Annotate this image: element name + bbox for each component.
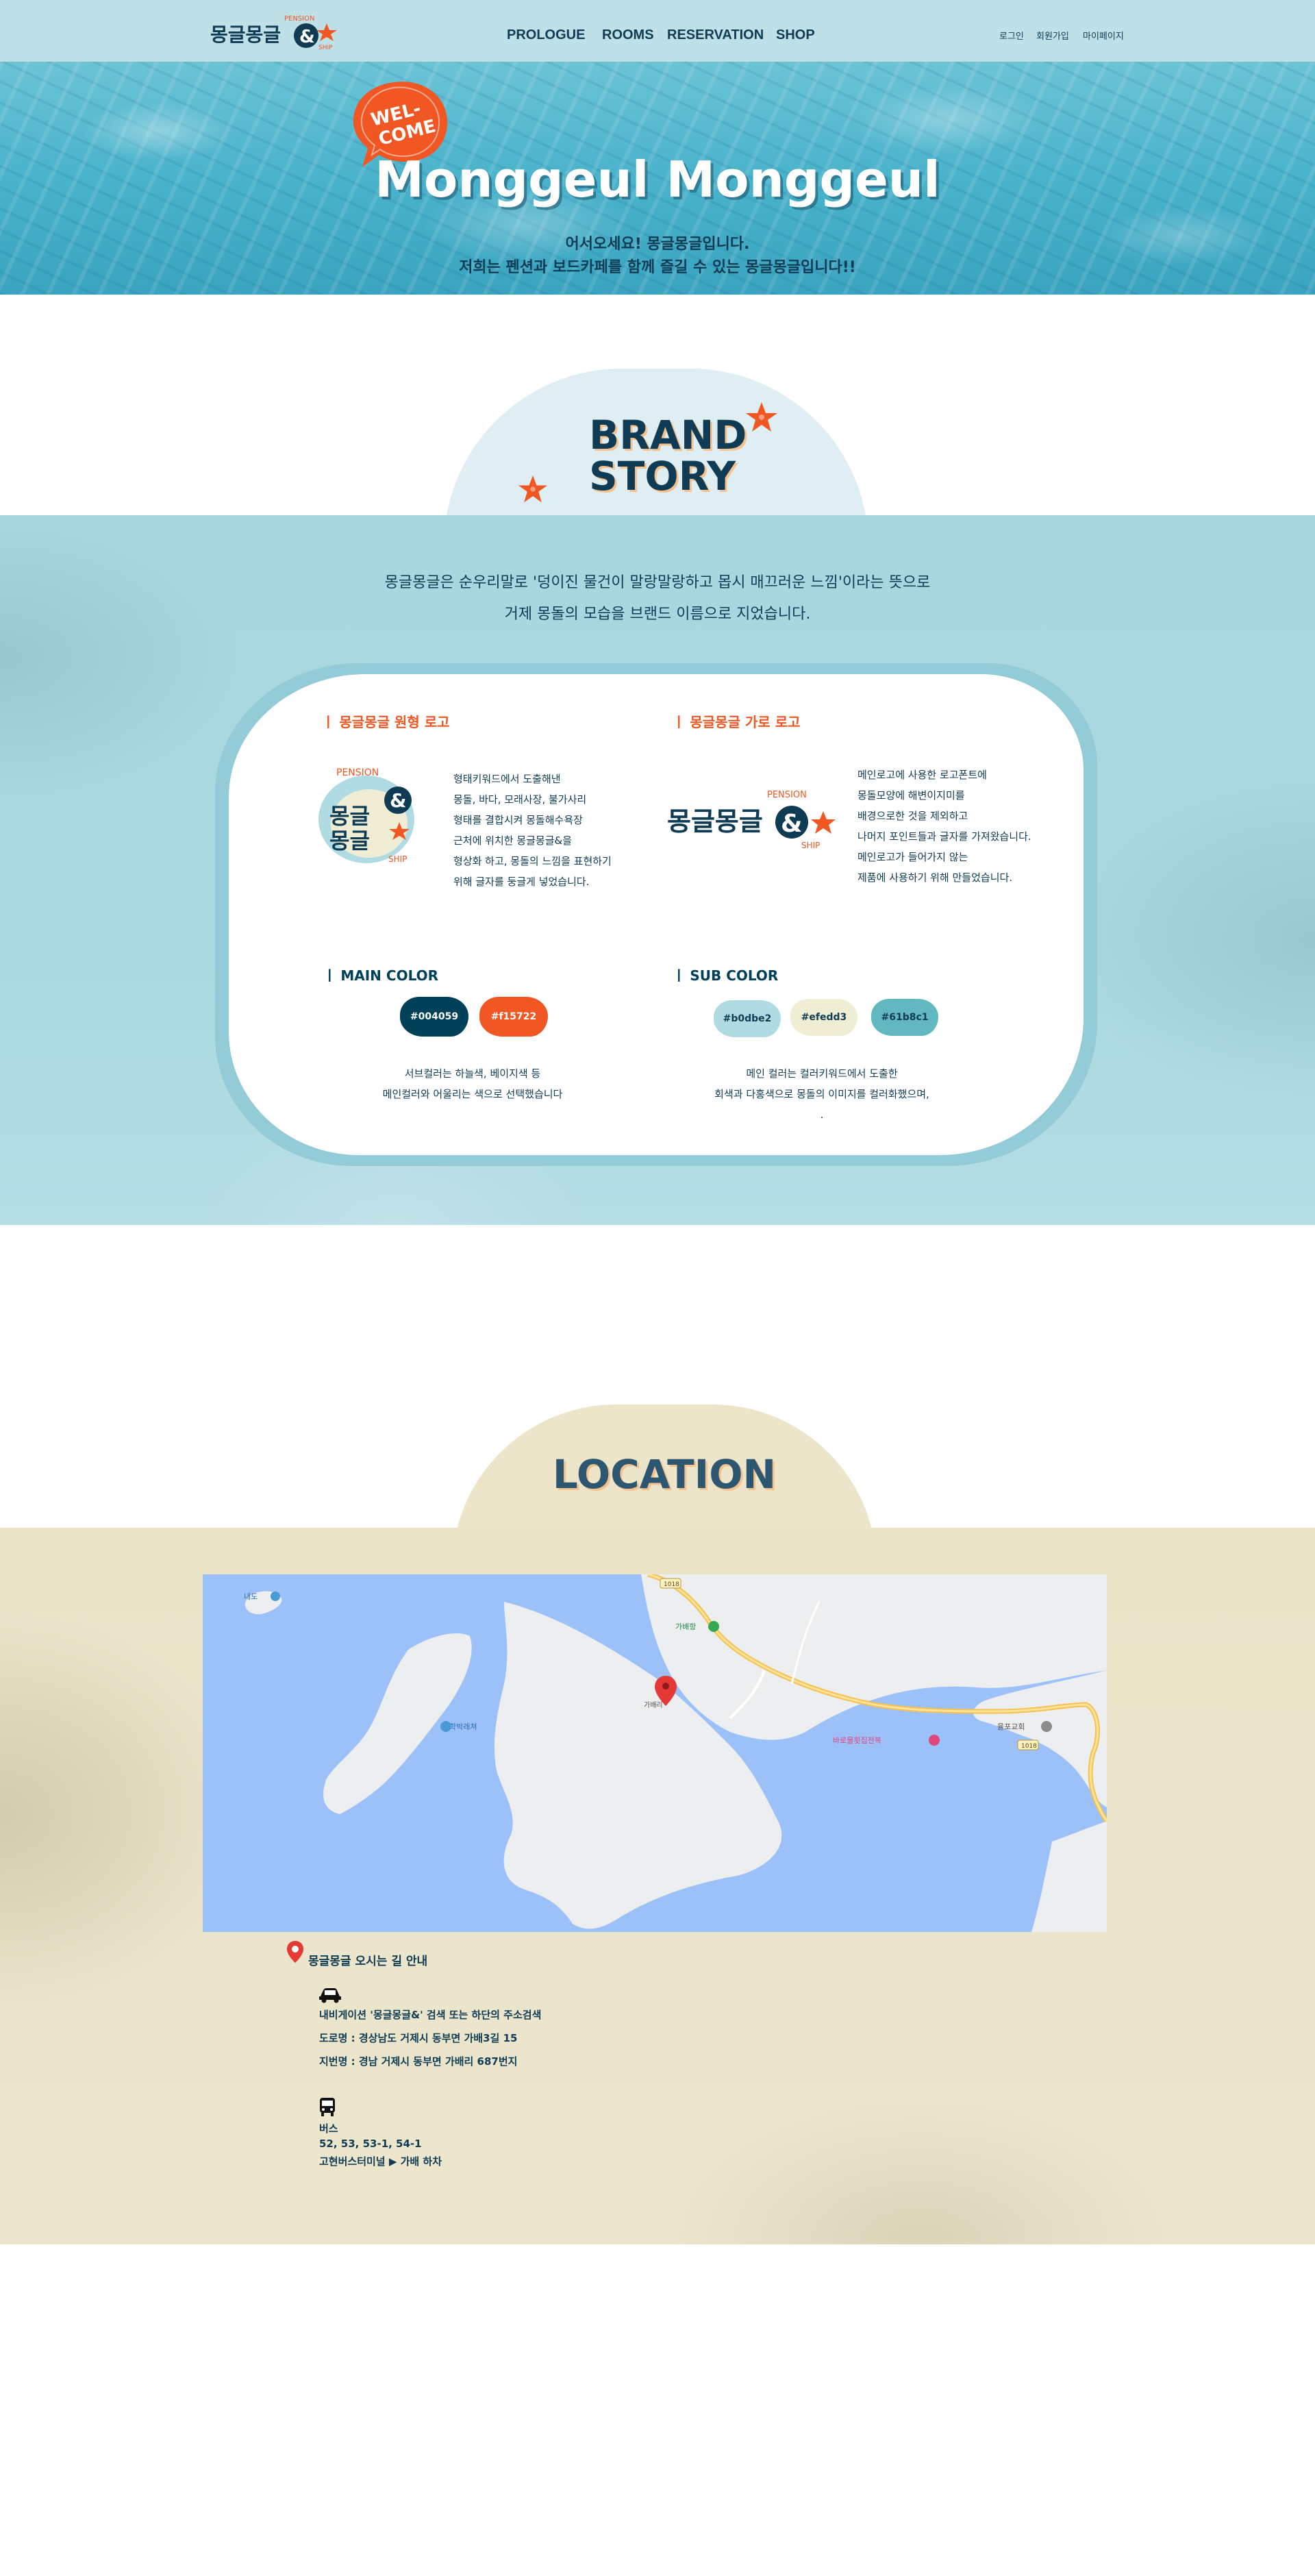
bus-routes: 52, 53, 53-1, 54-1: [319, 2138, 422, 2150]
round-logo-desc-line: 형태키워드에서 도출해낸: [453, 773, 561, 785]
nav-shop[interactable]: SHOP: [776, 27, 815, 43]
svg-text:&: &: [781, 810, 802, 838]
sub-color-desc: 메인 컬러는 컬러키워드에서 도출한 회색과 다홍색으로 몽돌의 이미지를 컬러…: [651, 1063, 993, 1125]
svg-text:SHIP: SHIP: [801, 841, 820, 850]
svg-text:PENSION: PENSION: [284, 15, 314, 23]
bus-icon: [320, 2098, 335, 2116]
location-map[interactable]: 1018 1018 내도 가배항 학박래쳐 가배리 바로물횟집전복 율포교회: [203, 1574, 1107, 1932]
svg-text:몽글: 몽글: [329, 803, 370, 829]
wide-logo-image: 몽글몽글 & PENSION SHIP: [667, 790, 836, 850]
map-label-harbor: 학박래쳐: [449, 1722, 477, 1731]
wide-logo-desc-line: 배경으로한 것을 제외하고: [857, 810, 968, 822]
brand-title: BRAND STORY: [589, 414, 767, 497]
svg-text:SHIP: SHIP: [388, 854, 407, 864]
round-logo-desc-line: 형상화 하고, 몽돌의 느낌을 표현하기: [453, 855, 612, 867]
sub-color-desc-line: .: [820, 1109, 824, 1121]
svg-text:몽글몽글: 몽글몽글: [667, 806, 763, 837]
wide-logo-desc: 메인로고에 사용한 로고폰트에 몽돌모양에 해변이지미를 배경으로한 것을 제외…: [857, 765, 1031, 888]
main-color-desc-line: 메인컬러와 어울리는 색으로 선택했습니다: [382, 1088, 563, 1100]
map-label-port: 가배항: [675, 1622, 696, 1631]
svg-text:SHIP: SHIP: [318, 45, 333, 51]
main-color-heading: ㅣ MAIN COLOR: [323, 967, 438, 984]
svg-text:몽글: 몽글: [329, 828, 370, 854]
brand-title-line-2: STORY: [589, 453, 736, 499]
map-label-village: 가배리: [644, 1701, 663, 1709]
svg-text:PENSION: PENSION: [336, 767, 379, 778]
brand-intro-line-1: 몽글몽글은 순우리말로 '덩이진 물건이 말랑말랑하고 몹시 매끄러운 느낌'이…: [384, 574, 931, 591]
route-label: 1018: [664, 1581, 679, 1588]
nav-reservation[interactable]: RESERVATION: [667, 27, 764, 43]
lot-address: 지번명 : 경남 거제시 동부면 가배리 687번지: [319, 2055, 518, 2068]
road-address: 도로명 : 경상남도 거제시 동부면 가배3길 15: [319, 2032, 518, 2044]
car-directions-line: 내비게이션 '몽글몽글&' 검색 또는 하단의 주소검색: [319, 2009, 542, 2021]
mypage-link[interactable]: 마이페이지: [1083, 29, 1124, 42]
bus-label: 버스: [319, 2122, 338, 2135]
color-swatch-teal: #61b8c1: [871, 999, 938, 1036]
brand-title-line-1: BRAND: [589, 412, 747, 458]
starfish-icon: [518, 475, 548, 503]
round-logo-image: PENSION 몽글 몽글 & SHIP: [318, 767, 414, 864]
hero-title: Monggeul Monggeul: [375, 151, 940, 208]
nav-prologue[interactable]: PROLOGUE: [507, 27, 585, 43]
page: 몽글몽글 & PENSION SHIP PROLOGUE ROOMS RESER…: [0, 0, 1315, 2576]
starfish-icon: [746, 402, 777, 432]
svg-text:PENSION: PENSION: [767, 790, 807, 800]
color-swatch-beige: #efedd3: [790, 999, 857, 1036]
round-logo-desc-line: 위해 글자를 둥글게 넣었습니다.: [453, 876, 590, 888]
round-logo-desc: 형태키워드에서 도출해낸 몽돌, 바다, 모래사장, 불가사리 형태를 결합시켜…: [453, 769, 612, 892]
hero-subtitle-2: 저희는 펜션과 보드카페를 함께 즐길 수 있는 몽글몽글입니다!!: [459, 259, 856, 276]
round-logo-heading: ㅣ 몽글몽글 원형 로고: [322, 714, 450, 730]
directions-title: 몽글몽글 오시는 길 안내: [308, 1955, 428, 1968]
wide-logo-desc-line: 나머지 포인트들과 글자를 가져왔습니다.: [857, 830, 1031, 843]
map-label-church: 율포교회: [997, 1722, 1025, 1731]
route-label: 1018: [1021, 1743, 1037, 1750]
round-logo-desc-line: 형태를 결합시켜 몽돌해수욕장: [453, 814, 583, 826]
wide-logo-desc-line: 메인로고에 사용한 로고폰트에: [857, 769, 987, 781]
location-title: LOCATION: [552, 1451, 777, 1498]
wide-logo-desc-line: 제품에 사용하기 위해 만들었습니다.: [857, 871, 1013, 884]
wide-logo-heading: ㅣ 몽글몽글 가로 로고: [673, 714, 801, 730]
color-swatch-navy: #004059: [400, 997, 468, 1037]
map-graphic: 1018 1018 내도 가배항 학박래쳐 가배리 바로물횟집전복 율포교회: [203, 1574, 1107, 1932]
color-swatch-orange: #f15722: [479, 997, 548, 1037]
sub-color-heading: ㅣ SUB COLOR: [673, 967, 779, 984]
signup-link[interactable]: 회원가입: [1036, 29, 1069, 42]
wide-logo-desc-line: 메인로고가 들어가지 않는: [857, 851, 968, 863]
nav-rooms[interactable]: ROOMS: [602, 27, 654, 43]
wide-logo-desc-line: 몽돌모양에 해변이지미를: [857, 789, 965, 802]
map-label-island: 내도: [244, 1592, 258, 1601]
color-swatch-sky: #b0dbe2: [714, 1000, 781, 1037]
svg-text:&: &: [390, 789, 406, 812]
car-icon: [319, 1988, 341, 2003]
round-logo-desc-line: 몽돌, 바다, 모래사장, 불가사리: [453, 793, 587, 806]
sub-color-desc-line: 메인 컬러는 컬러키워드에서 도출한: [746, 1067, 898, 1080]
sub-color-desc-line: 회색과 다홍색으로 몽돌의 이미지를 컬러화했으며,: [714, 1088, 929, 1100]
main-color-desc: 서브컬러는 하늘색, 베이지색 등 메인컬러와 어울리는 색으로 선택했습니다: [301, 1063, 644, 1104]
login-link[interactable]: 로그인: [999, 29, 1024, 42]
map-label-restaurant: 바로물횟집전복: [833, 1736, 881, 1745]
bus-stop: 고현버스터미널 ▶ 가배 하차: [319, 2155, 442, 2168]
site-header: 몽글몽글 & PENSION SHIP PROLOGUE ROOMS RESER…: [0, 0, 1315, 62]
brand-intro-line-2: 거제 몽돌의 모습을 브랜드 이름으로 지었습니다.: [504, 606, 811, 623]
main-color-desc-line: 서브컬러는 하늘색, 베이지색 등: [404, 1067, 541, 1080]
round-logo-desc-line: 근처에 위치한 몽글몽글&을: [453, 834, 573, 847]
map-pin-icon: [287, 1941, 303, 1963]
hero-subtitle-1: 어서오세요! 몽글몽글입니다.: [565, 236, 750, 253]
